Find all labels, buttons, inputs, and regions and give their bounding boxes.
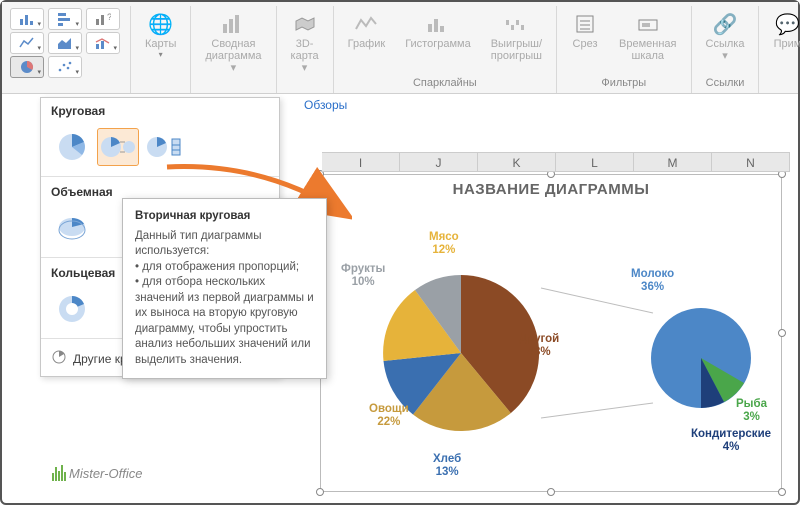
column-header[interactable]: M <box>634 153 712 171</box>
link-icon: 🔗 <box>711 10 739 38</box>
sparkline-line-icon <box>352 10 380 38</box>
pivot-chart-icon <box>219 10 247 38</box>
comment-icon: 💬 <box>773 10 800 38</box>
data-label: Рыба3% <box>736 398 767 424</box>
chart-type-column-icon[interactable]: ▾ <box>10 8 44 30</box>
chart-type-bar-icon[interactable]: ▾ <box>48 8 82 30</box>
ribbon-group-label: Ссылки <box>706 77 745 93</box>
column-header[interactable]: N <box>712 153 790 171</box>
chart-type-scatter-icon[interactable]: ▾ <box>48 56 82 78</box>
3d-map-icon <box>291 10 319 38</box>
doughnut-option[interactable] <box>51 290 93 328</box>
slicer-button[interactable]: Срез <box>565 8 605 64</box>
link-button[interactable]: 🔗Ссылка▾ <box>700 8 751 64</box>
pie-of-pie-option[interactable] <box>97 128 139 166</box>
sparkline-column-button[interactable]: Гистограмма <box>399 8 477 64</box>
chart-type-line-icon[interactable]: ▾ <box>10 32 44 54</box>
review-link[interactable]: Обзоры <box>304 98 347 112</box>
data-label: Молоко36% <box>631 268 674 294</box>
svg-text:?: ? <box>107 12 111 22</box>
maps-button[interactable]: 🌐 Карты ▾ <box>139 8 182 61</box>
chart-type-pie-icon[interactable]: ▾ <box>10 56 44 78</box>
tooltip-body: Данный тип диаграммы используется: • для… <box>135 229 314 369</box>
slicer-icon <box>571 10 599 38</box>
sparkline-column-icon <box>424 10 452 38</box>
data-label: Мясо12% <box>429 231 459 257</box>
chart-object[interactable]: НАЗВАНИЕ ДИАГРАММЫ Другой43% Овощи <box>320 174 782 492</box>
sparkline-winloss-button[interactable]: Выигрыш/ проигрыш <box>485 8 548 64</box>
chart-type-combo-icon[interactable]: ▾ <box>86 32 120 54</box>
ribbon-group-label <box>64 78 67 94</box>
pie-section-flat: Круговая <box>41 98 279 124</box>
chart-type-tooltip: Вторичная круговая Данный тип диаграммы … <box>122 198 327 379</box>
sparkline-winloss-icon <box>502 10 530 38</box>
column-header[interactable]: K <box>478 153 556 171</box>
chart-title[interactable]: НАЗВАНИЕ ДИАГРАММЫ <box>321 175 781 198</box>
data-label: Кондитерские4% <box>691 428 771 454</box>
data-label: Овощи22% <box>369 403 409 429</box>
pivot-chart-button[interactable]: Сводная диаграмма ▾ <box>199 8 267 76</box>
3d-map-button[interactable]: 3D-карта ▾ <box>285 8 325 76</box>
chart-plot-area[interactable]: Другой43% Овощи22% Хлеб13% Мясо12% Фрукт… <box>321 203 781 491</box>
timeline-icon <box>634 10 662 38</box>
ribbon-group-label: Фильтры <box>601 77 646 93</box>
data-label: Хлеб13% <box>433 453 461 479</box>
column-header[interactable]: I <box>322 153 400 171</box>
data-label: Другой43% <box>519 333 559 359</box>
watermark-logo: Mister-Office <box>52 465 142 481</box>
pie-3d-option[interactable] <box>51 209 93 247</box>
globe-icon: 🌐 <box>147 10 175 38</box>
chart-type-area-icon[interactable]: ▾ <box>48 32 82 54</box>
pie-more-icon <box>51 349 67 368</box>
comment-button[interactable]: 💬Прим <box>767 8 800 52</box>
column-header[interactable]: L <box>556 153 634 171</box>
sparkline-line-button[interactable]: График <box>342 8 392 64</box>
pie-2d-option[interactable] <box>51 128 93 166</box>
tooltip-title: Вторичная круговая <box>135 209 314 225</box>
data-label: Фрукты10% <box>341 263 385 289</box>
chart-type-recommended-icon[interactable]: ? <box>86 8 120 30</box>
logo-bars-icon <box>52 465 67 481</box>
column-headers: I J K L M N <box>322 152 790 172</box>
ribbon: ▾ ▾ ? ▾ ▾ ▾ ▾ ▾ 🌐 Карты ▾ Сводная диагра… <box>2 2 798 94</box>
timeline-button[interactable]: Временная шкала <box>613 8 682 64</box>
ribbon-group-label: Спарклайны <box>413 77 477 93</box>
column-header[interactable]: J <box>400 153 478 171</box>
bar-of-pie-option[interactable] <box>143 128 185 166</box>
